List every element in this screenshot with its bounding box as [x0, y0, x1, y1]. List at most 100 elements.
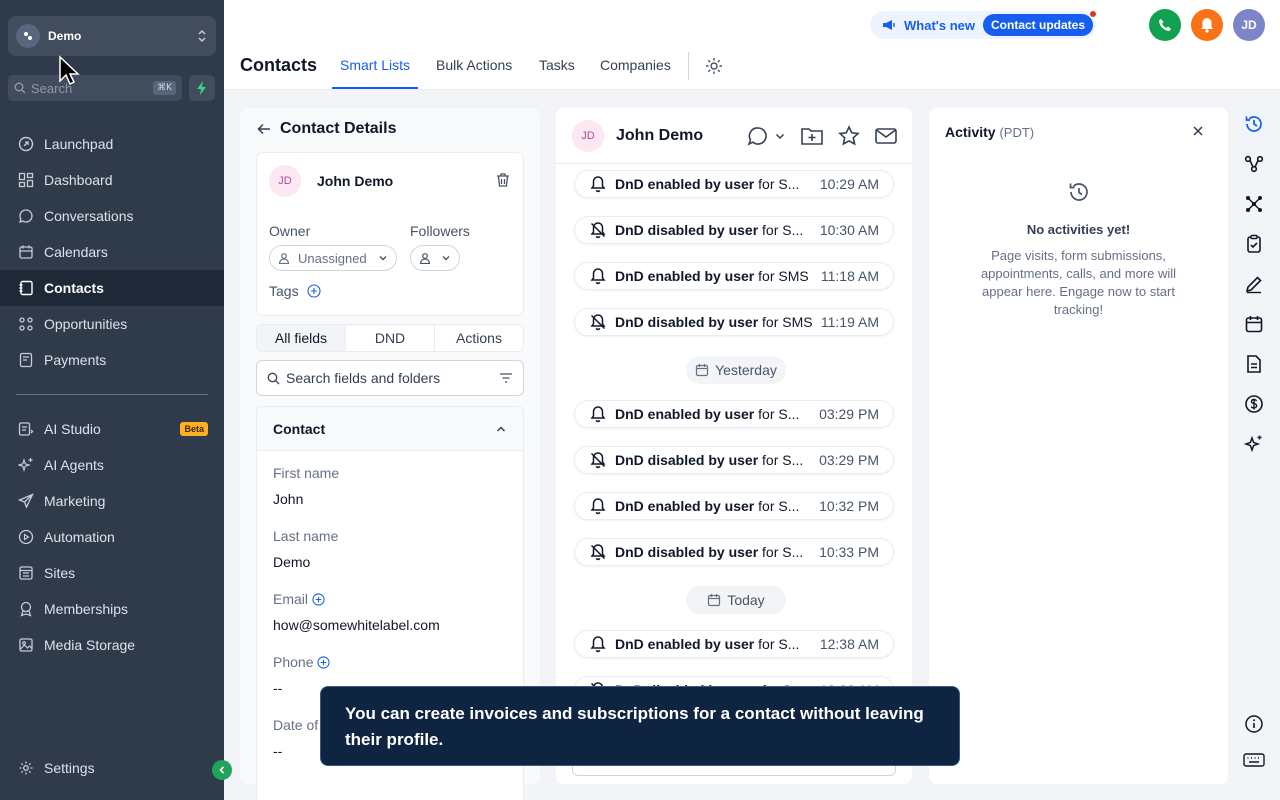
activity-clock-icon[interactable]	[1242, 112, 1266, 136]
mail-icon[interactable]	[874, 126, 898, 146]
search-input[interactable]: Search	[31, 81, 153, 96]
notifications-button[interactable]	[1191, 9, 1223, 41]
followers-select[interactable]	[410, 245, 460, 271]
dnd-event-text: DnD disabled by user for S...	[615, 222, 820, 238]
sidebar-item-ai-agents[interactable]: AI Agents	[0, 447, 224, 483]
ai-studio-icon	[16, 419, 36, 439]
tab-tasks[interactable]: Tasks	[539, 57, 575, 89]
sidebar-item-contacts[interactable]: Contacts	[0, 270, 224, 306]
dnd-event-row[interactable]: DnD enabled by user for S... 10:32 PM	[574, 492, 894, 520]
guide-tooltip: You can create invoices and subscription…	[320, 686, 960, 766]
dnd-event-action: DnD enabled by user	[615, 406, 755, 422]
activity-header: Activity (PDT)	[945, 124, 1034, 140]
calendar-icon	[707, 593, 721, 607]
add-phone-icon[interactable]	[317, 655, 331, 669]
sidebar-item-automation[interactable]: Automation	[0, 519, 224, 555]
filter-icon[interactable]	[499, 372, 513, 384]
sidebar-item-label: Settings	[44, 760, 95, 776]
tab-bulk-actions[interactable]: Bulk Actions	[436, 57, 512, 89]
documents-icon[interactable]	[1242, 352, 1266, 376]
sidebar-search[interactable]: Search ⌘K	[8, 75, 182, 101]
channel-chat-icon[interactable]	[746, 125, 770, 147]
dnd-event-row[interactable]: DnD enabled by user for S... 03:29 PM	[574, 400, 894, 428]
search-icon	[267, 372, 280, 384]
fields-search-input[interactable]: Search fields and folders	[286, 370, 499, 386]
user-avatar[interactable]: JD	[1233, 9, 1265, 41]
dnd-event-row[interactable]: DnD disabled by user for SMS 11:19 AM	[574, 308, 894, 336]
owner-value: Unassigned	[298, 250, 367, 266]
sidebar-item-marketing[interactable]: Marketing	[0, 483, 224, 519]
info-icon[interactable]	[1242, 712, 1266, 736]
dnd-event-channel: for S...	[754, 176, 800, 192]
sidebar-item-sites[interactable]: Sites	[0, 555, 224, 591]
fields-search[interactable]: Search fields and folders	[256, 360, 524, 396]
dnd-event-row[interactable]: DnD enabled by user for SMS 11:18 AM	[574, 262, 894, 290]
segment-all-fields[interactable]: All fields	[257, 325, 346, 351]
sidebar-item-conversations[interactable]: Conversations	[0, 198, 224, 234]
dnd-event-row[interactable]: DnD disabled by user for S... 03:29 PM	[574, 446, 894, 474]
contact-section-title: Contact	[273, 420, 326, 437]
dnd-event-row[interactable]: DnD enabled by user for S... 10:29 AM	[574, 170, 894, 198]
quick-actions-button[interactable]	[189, 75, 215, 101]
sidebar-item-ai-studio[interactable]: AI Studio Beta	[0, 411, 224, 447]
workflow-icon[interactable]	[1242, 152, 1266, 176]
dnd-event-channel: for S...	[758, 222, 804, 238]
dnd-event-text: DnD disabled by user for S...	[615, 452, 819, 468]
whats-new-banner[interactable]: What's new Contact updates	[870, 10, 1098, 39]
sparkle-icon	[16, 455, 36, 475]
segment-actions[interactable]: Actions	[435, 325, 523, 351]
field-value[interactable]: Demo	[273, 554, 338, 570]
date-separator: Today	[686, 586, 786, 614]
appointments-calendar-icon[interactable]	[1242, 312, 1266, 336]
whats-new-link[interactable]: What's new	[904, 18, 975, 33]
sidebar-item-payments[interactable]: Payments	[0, 342, 224, 378]
pipeline-icon[interactable]	[1242, 192, 1266, 216]
trash-icon[interactable]	[495, 172, 511, 188]
payments-dollar-icon[interactable]	[1242, 392, 1266, 416]
keyboard-icon[interactable]	[1242, 748, 1266, 772]
tab-companies[interactable]: Companies	[600, 57, 671, 89]
sidebar-item-opportunities[interactable]: Opportunities	[0, 306, 224, 342]
add-email-icon[interactable]	[312, 592, 325, 606]
gear-icon[interactable]	[704, 56, 724, 76]
chevron-down-icon[interactable]	[774, 130, 786, 142]
account-switcher[interactable]: Demo	[8, 16, 216, 56]
tasks-clipboard-icon[interactable]	[1242, 232, 1266, 256]
sites-icon	[16, 563, 36, 583]
field-value[interactable]: John	[273, 491, 339, 507]
star-icon[interactable]	[838, 124, 860, 147]
back-arrow-icon[interactable]	[256, 121, 272, 137]
chat-icon	[16, 206, 36, 226]
folder-add-icon[interactable]	[800, 125, 824, 147]
notes-pencil-icon[interactable]	[1242, 272, 1266, 296]
sidebar-item-calendars[interactable]: Calendars	[0, 234, 224, 270]
close-icon[interactable]	[1192, 125, 1204, 137]
field-last-name: Last name Demo	[273, 528, 338, 570]
collapse-sidebar-button[interactable]	[212, 760, 232, 780]
segment-dnd[interactable]: DND	[346, 325, 435, 351]
activity-title: Activity	[945, 124, 996, 140]
sidebar-item-settings[interactable]: Settings	[0, 750, 224, 786]
sidebar-item-dashboard[interactable]: Dashboard	[0, 162, 224, 198]
dnd-event-row[interactable]: DnD disabled by user for S... 10:30 AM	[574, 216, 894, 244]
owner-select[interactable]: Unassigned	[269, 245, 397, 271]
field-value[interactable]: how@somewhitelabel.com	[273, 617, 440, 633]
contact-details-title: Contact Details	[280, 120, 397, 137]
dnd-event-row[interactable]: DnD disabled by user for S... 10:33 PM	[574, 538, 894, 566]
contact-section-header[interactable]: Contact	[257, 407, 523, 451]
dnd-event-time: 12:38 AM	[819, 636, 879, 652]
sidebar-item-memberships[interactable]: Memberships	[0, 591, 224, 627]
field-value[interactable]: --	[273, 743, 318, 759]
contact-updates-badge[interactable]: Contact updates	[983, 10, 1098, 36]
ai-sparkle-icon[interactable]	[1242, 432, 1266, 456]
tab-smart-lists[interactable]: Smart Lists	[332, 57, 419, 89]
sidebar-item-media-storage[interactable]: Media Storage	[0, 627, 224, 663]
dnd-event-row[interactable]: DnD enabled by user for S... 12:38 AM	[574, 630, 894, 658]
add-tag-icon[interactable]	[307, 284, 321, 298]
phone-button[interactable]	[1149, 9, 1181, 41]
dnd-event-channel: for S...	[754, 636, 800, 652]
account-avatar-icon	[16, 24, 40, 48]
activity-empty-title: No activities yet!	[1026, 222, 1131, 237]
sidebar-item-launchpad[interactable]: Launchpad	[0, 126, 224, 162]
contacts-icon	[16, 278, 36, 298]
